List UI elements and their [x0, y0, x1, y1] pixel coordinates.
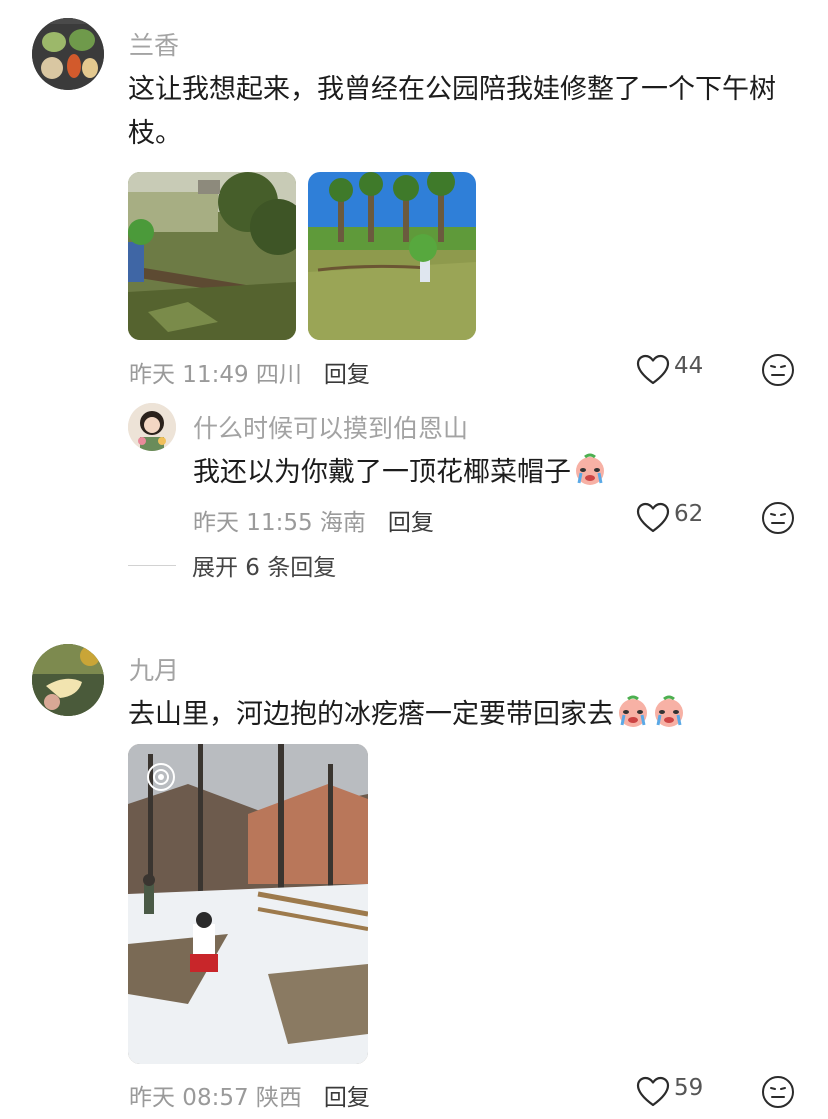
- avatar[interactable]: [32, 644, 104, 716]
- heart-outline-icon: [636, 1076, 670, 1107]
- reply-avatar[interactable]: [128, 403, 176, 451]
- expand-replies-button[interactable]: 展开 6 条回复: [128, 548, 336, 582]
- comment-text-content: 去山里，河边抱的冰疙瘩一定要带回家去: [128, 699, 614, 730]
- comment-text: 这让我想起来，我曾经在公园陪我娃修整了一个下午树枝。: [128, 74, 776, 149]
- comment-photo[interactable]: [308, 172, 476, 340]
- like-count: 62: [674, 501, 704, 527]
- reply-button[interactable]: 回复: [324, 1078, 370, 1112]
- crying-face-emoji: [573, 453, 607, 487]
- reply-author[interactable]: 什么时候可以摸到伯恩山: [193, 409, 468, 445]
- comment-time-location: 昨天 08:57 陕西: [129, 1085, 302, 1111]
- reply-text: 我还以为你戴了一顶花椰菜帽子: [193, 451, 793, 495]
- comment-author[interactable]: 九月: [129, 651, 179, 687]
- heart-outline-icon: [636, 502, 670, 533]
- neutral-face-icon[interactable]: [761, 501, 795, 535]
- comment-meta: 昨天 11:49 四川 回复: [129, 355, 370, 389]
- reply-text-content: 我还以为你戴了一顶花椰菜帽子: [193, 457, 571, 488]
- comment-text: 去山里，河边抱的冰疙瘩一定要带回家去: [128, 693, 798, 737]
- comment-meta: 昨天 08:57 陕西 回复: [129, 1078, 370, 1112]
- neutral-face-icon[interactable]: [761, 1075, 795, 1109]
- avatar[interactable]: [32, 18, 104, 90]
- divider: [128, 564, 176, 566]
- reply-button[interactable]: 回复: [388, 503, 434, 537]
- like-button[interactable]: 44: [636, 353, 704, 386]
- comment-author[interactable]: 兰香: [129, 26, 179, 62]
- expand-replies-label: 展开 6 条回复: [192, 555, 337, 581]
- like-count: 59: [674, 1075, 704, 1101]
- like-count: 44: [674, 353, 704, 379]
- heart-outline-icon: [636, 354, 670, 385]
- crying-face-emoji: [616, 695, 650, 729]
- reply-time-location: 昨天 11:55 海南: [193, 510, 366, 536]
- comment-time-location: 昨天 11:49 四川: [129, 362, 302, 388]
- crying-face-emoji: [652, 695, 686, 729]
- neutral-face-icon[interactable]: [761, 353, 795, 387]
- reply-button[interactable]: 回复: [324, 355, 370, 389]
- comment-photo[interactable]: [128, 744, 368, 1064]
- comment-photo[interactable]: [128, 172, 296, 340]
- like-button[interactable]: 59: [636, 1075, 704, 1108]
- like-button[interactable]: 62: [636, 501, 704, 534]
- reply-meta: 昨天 11:55 海南 回复: [193, 503, 434, 537]
